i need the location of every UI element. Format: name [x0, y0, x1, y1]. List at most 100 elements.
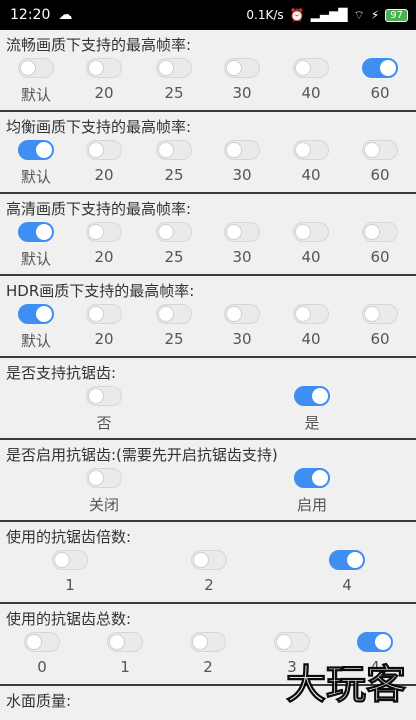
- toggle-switch[interactable]: [18, 222, 54, 242]
- option-item[interactable]: 40: [281, 140, 341, 194]
- option-item[interactable]: 40: [281, 222, 341, 276]
- section-title: 使用的抗锯齿总数:: [6, 610, 132, 628]
- option-item[interactable]: 4: [317, 550, 377, 604]
- option-label: 40: [301, 248, 321, 266]
- option-label: 20: [94, 166, 114, 184]
- option-item[interactable]: 40: [281, 58, 341, 112]
- option-item[interactable]: 20: [74, 58, 134, 112]
- option-label: 40: [301, 166, 321, 184]
- toggle-switch[interactable]: [294, 468, 330, 488]
- section-title: 均衡画质下支持的最高帧率:: [6, 118, 192, 136]
- option-item[interactable]: 30: [212, 304, 272, 358]
- option-label: 20: [94, 248, 114, 266]
- setting-section: 流畅画质下支持的最高帧率: 默认 20 25 30 40 60: [0, 30, 416, 112]
- toggle-switch[interactable]: [224, 140, 260, 160]
- option-item[interactable]: 启用: [282, 468, 342, 522]
- option-item[interactable]: 2: [179, 550, 239, 604]
- option-item[interactable]: 60: [350, 140, 410, 194]
- settings-list[interactable]: 流畅画质下支持的最高帧率: 默认 20 25 30 40 60 均衡画质下支持的最高帧率: 默认…: [0, 30, 416, 720]
- toggle-switch[interactable]: [86, 468, 122, 488]
- toggle-switch[interactable]: [156, 304, 192, 324]
- toggle-switch[interactable]: [362, 222, 398, 242]
- option-item[interactable]: 0: [12, 632, 72, 686]
- option-label: 25: [164, 166, 184, 184]
- toggle-switch[interactable]: [86, 58, 122, 78]
- toggle-switch[interactable]: [294, 386, 330, 406]
- toggle-switch[interactable]: [293, 140, 329, 160]
- setting-section: 高清画质下支持的最高帧率: 默认 20 25 30 40 60: [0, 194, 416, 276]
- option-label: 60: [370, 248, 390, 266]
- option-label: 默认: [20, 250, 51, 268]
- toggle-switch[interactable]: [293, 222, 329, 242]
- toggle-switch[interactable]: [107, 632, 143, 652]
- option-item[interactable]: 2: [178, 632, 238, 686]
- toggle-switch[interactable]: [362, 140, 398, 160]
- toggle-switch[interactable]: [362, 304, 398, 324]
- toggle-switch[interactable]: [18, 140, 54, 160]
- toggle-switch[interactable]: [18, 304, 54, 324]
- option-item[interactable]: 30: [212, 58, 272, 112]
- option-item[interactable]: 1: [40, 550, 100, 604]
- option-item[interactable]: 20: [74, 222, 134, 276]
- option-item[interactable]: 默认: [6, 304, 66, 358]
- toggle-switch[interactable]: [24, 632, 60, 652]
- toggle-switch[interactable]: [156, 58, 192, 78]
- toggle-knob: [276, 634, 292, 650]
- option-label: 30: [232, 248, 252, 266]
- network-speed: 0.1K/s: [246, 8, 284, 22]
- toggle-switch[interactable]: [86, 222, 122, 242]
- option-item[interactable]: 60: [350, 304, 410, 358]
- toggle-switch[interactable]: [86, 304, 122, 324]
- toggle-switch[interactable]: [86, 386, 122, 406]
- toggle-switch[interactable]: [156, 140, 192, 160]
- toggle-switch[interactable]: [86, 140, 122, 160]
- setting-section: 均衡画质下支持的最高帧率: 默认 20 25 30 40 60: [0, 112, 416, 194]
- toggle-switch[interactable]: [156, 222, 192, 242]
- option-item[interactable]: 默认: [6, 222, 66, 276]
- toggle-knob: [295, 224, 311, 240]
- option-item[interactable]: 60: [350, 58, 410, 112]
- toggle-switch[interactable]: [293, 58, 329, 78]
- toggle-switch[interactable]: [362, 58, 398, 78]
- toggle-switch[interactable]: [18, 58, 54, 78]
- option-item[interactable]: 40: [281, 304, 341, 358]
- toggle-switch[interactable]: [52, 550, 88, 570]
- toggle-switch[interactable]: [293, 304, 329, 324]
- toggle-knob: [193, 552, 209, 568]
- toggle-switch[interactable]: [224, 58, 260, 78]
- option-item[interactable]: 是: [282, 386, 342, 440]
- toggle-knob: [158, 60, 174, 76]
- option-item[interactable]: 关闭: [74, 468, 134, 522]
- option-item[interactable]: 60: [350, 222, 410, 276]
- toggle-switch[interactable]: [224, 304, 260, 324]
- toggle-switch[interactable]: [191, 550, 227, 570]
- setting-section: 是否启用抗锯齿:(需要先开启抗锯齿支持) 关闭 启用: [0, 440, 416, 522]
- option-item[interactable]: 25: [144, 140, 204, 194]
- option-item[interactable]: 默认: [6, 140, 66, 194]
- option-item[interactable]: 20: [74, 140, 134, 194]
- option-row: 默认 20 25 30 40 60: [0, 140, 416, 194]
- option-item[interactable]: 25: [144, 304, 204, 358]
- toggle-switch[interactable]: [329, 550, 365, 570]
- toggle-knob: [312, 470, 328, 486]
- option-item[interactable]: 默认: [6, 58, 66, 112]
- toggle-switch[interactable]: [224, 222, 260, 242]
- option-item[interactable]: 20: [74, 304, 134, 358]
- toggle-switch[interactable]: [274, 632, 310, 652]
- status-right: 0.1K/s ⏰ ▂▄▆█ ⌔ ⚡ 97: [246, 8, 408, 23]
- toggle-switch[interactable]: [190, 632, 226, 652]
- option-item[interactable]: 25: [144, 222, 204, 276]
- toggle-knob: [226, 60, 242, 76]
- option-item[interactable]: 30: [212, 140, 272, 194]
- toggle-knob: [347, 552, 363, 568]
- option-item[interactable]: 25: [144, 58, 204, 112]
- toggle-switch[interactable]: [357, 632, 393, 652]
- option-item[interactable]: 30: [212, 222, 272, 276]
- option-item[interactable]: 1: [95, 632, 155, 686]
- signal-icon: ▂▄▆█: [310, 8, 348, 22]
- option-item[interactable]: 否: [74, 386, 134, 440]
- option-row: 默认 20 25 30 40 60: [0, 304, 416, 358]
- cloud-icon: ☁: [58, 7, 73, 23]
- option-label: 1: [120, 658, 130, 676]
- section-title: 水面质量:: [6, 692, 72, 710]
